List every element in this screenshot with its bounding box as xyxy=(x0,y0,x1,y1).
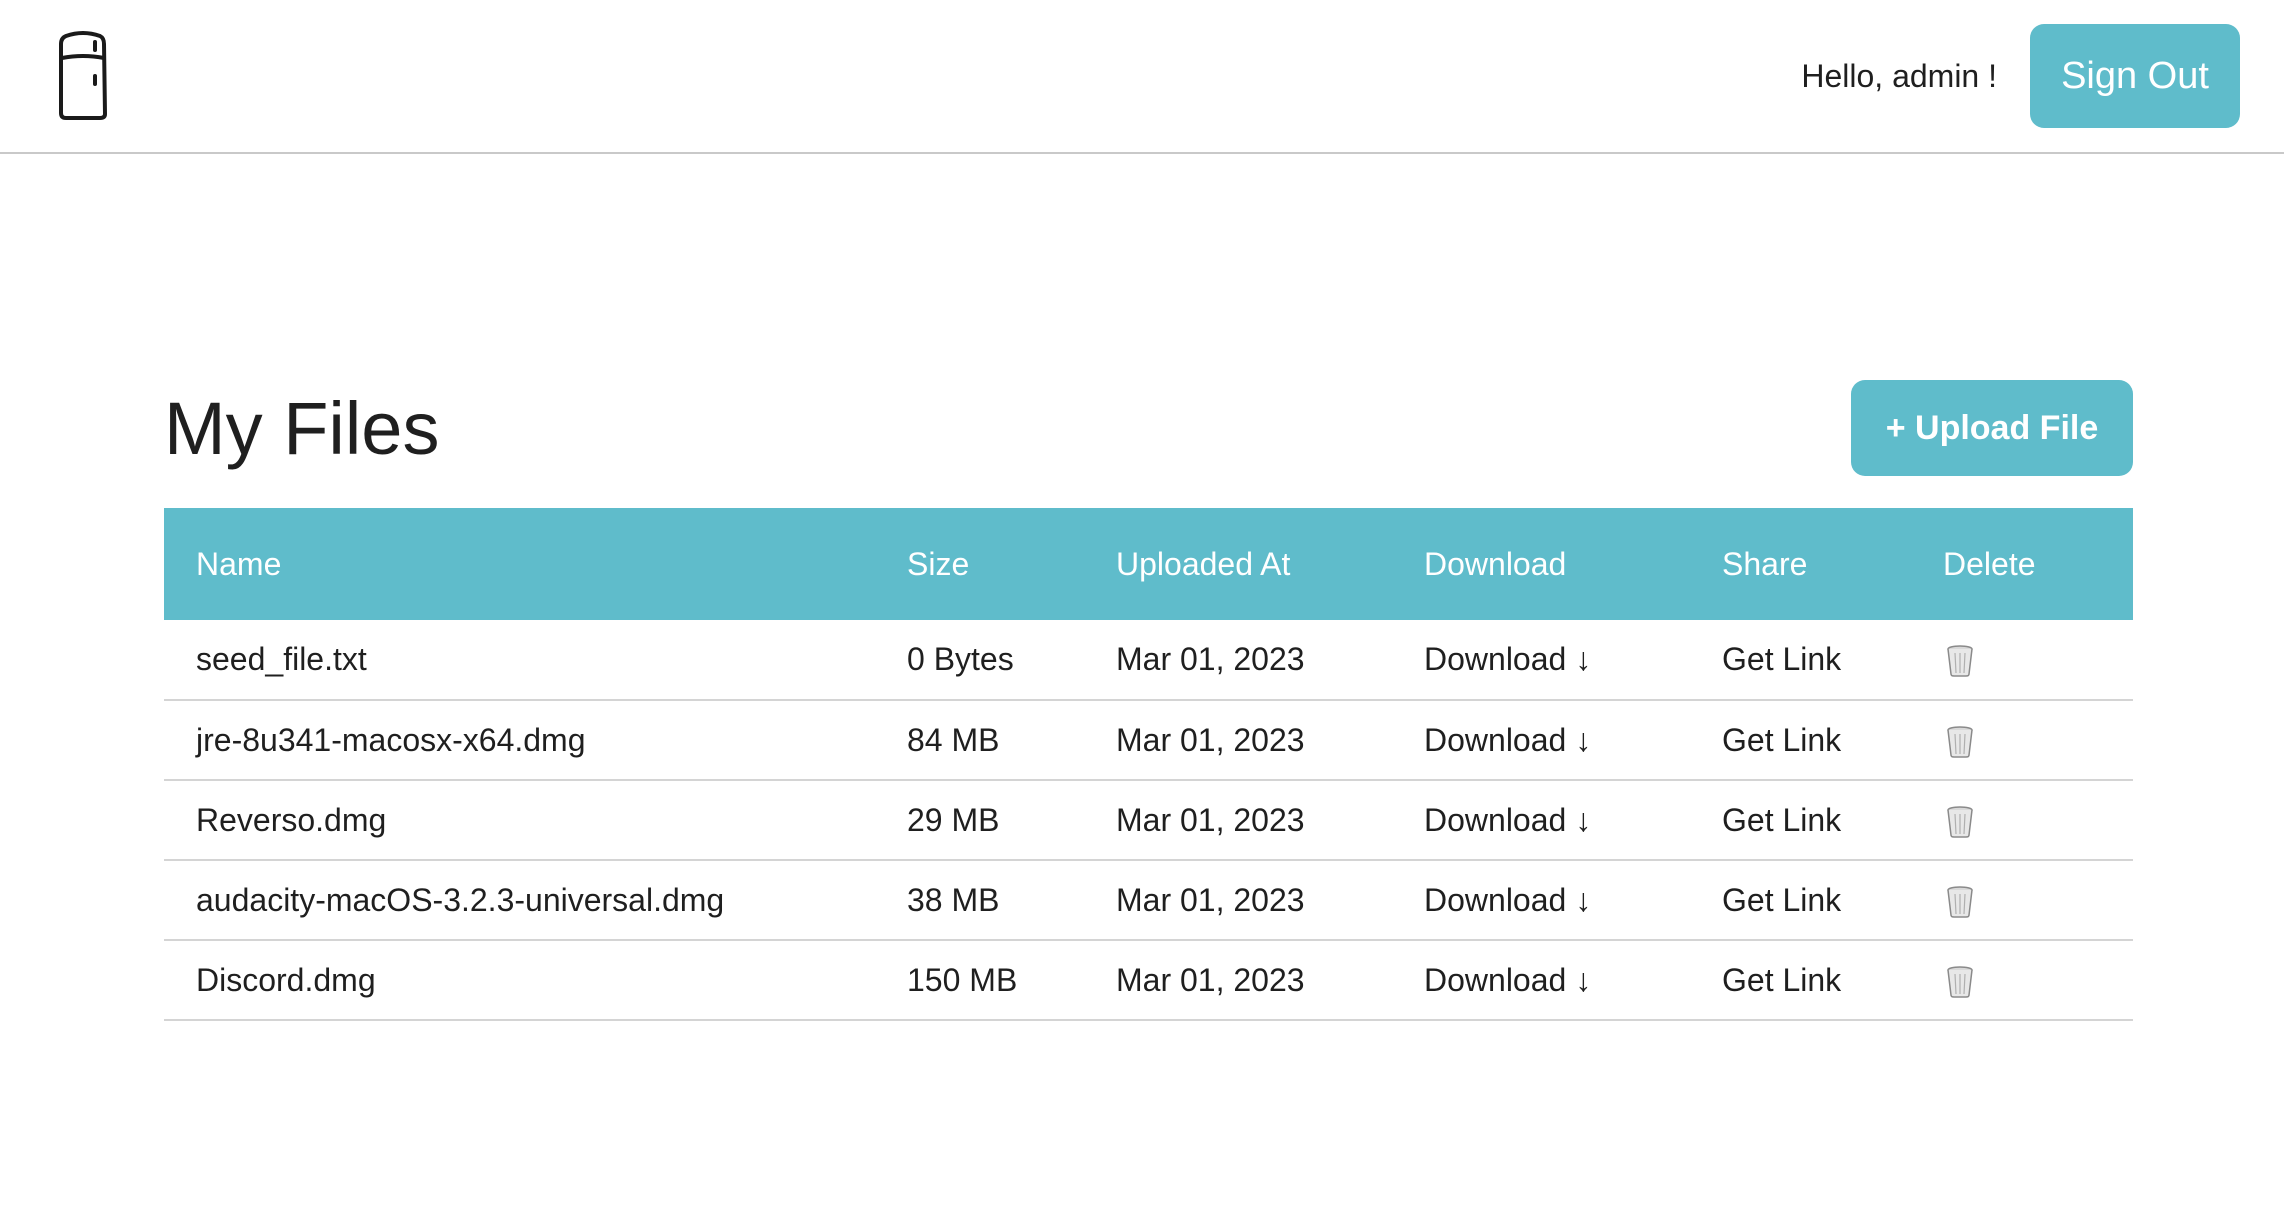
trash-icon[interactable] xyxy=(1945,805,1975,839)
page-title: My Files xyxy=(164,387,440,470)
file-uploaded-at: Mar 01, 2023 xyxy=(1116,721,1305,758)
table-row: audacity-macOS-3.2.3-universal.dmg 38 MB… xyxy=(164,860,2133,940)
column-header-size: Size xyxy=(907,545,970,582)
trash-icon[interactable] xyxy=(1945,725,1975,759)
file-name: jre-8u341-macosx-x64.dmg xyxy=(196,721,586,758)
download-link[interactable]: Download ↓ xyxy=(1424,641,1591,677)
file-size: 84 MB xyxy=(907,721,1000,758)
greeting-text: Hello, admin ! xyxy=(1801,58,1997,94)
column-header-name: Name xyxy=(196,545,282,582)
get-link-link[interactable]: Get Link xyxy=(1722,641,1841,677)
table-header-row: Name Size Uploaded At Download Share Del… xyxy=(164,508,2133,620)
trash-icon[interactable] xyxy=(1945,885,1975,919)
table-row: seed_file.txt 0 Bytes Mar 01, 2023 Downl… xyxy=(164,620,2133,700)
download-link[interactable]: Download ↓ xyxy=(1424,962,1591,998)
download-link[interactable]: Download ↓ xyxy=(1424,722,1591,758)
file-name: Discord.dmg xyxy=(196,961,376,998)
table-row: Reverso.dmg 29 MB Mar 01, 2023 Download … xyxy=(164,780,2133,860)
file-name: seed_file.txt xyxy=(196,641,367,677)
get-link-link[interactable]: Get Link xyxy=(1722,882,1841,918)
sign-out-button[interactable]: Sign Out xyxy=(2030,24,2240,128)
file-size: 38 MB xyxy=(907,881,1000,918)
column-header-share: Share xyxy=(1722,545,1808,582)
download-link[interactable]: Download ↓ xyxy=(1424,802,1591,838)
file-uploaded-at: Mar 01, 2023 xyxy=(1116,961,1305,998)
files-table: Name Size Uploaded At Download Share Del… xyxy=(164,508,2133,1021)
get-link-link[interactable]: Get Link xyxy=(1722,722,1841,758)
get-link-link[interactable]: Get Link xyxy=(1722,802,1841,838)
file-uploaded-at: Mar 01, 2023 xyxy=(1116,801,1305,838)
file-name: audacity-macOS-3.2.3-universal.dmg xyxy=(196,881,725,918)
file-size: 0 Bytes xyxy=(907,641,1014,677)
upload-file-button[interactable]: + Upload File xyxy=(1851,380,2133,476)
table-row: Discord.dmg 150 MB Mar 01, 2023 Download… xyxy=(164,940,2133,1020)
get-link-link[interactable]: Get Link xyxy=(1722,962,1841,998)
column-header-download: Download xyxy=(1424,545,1567,582)
file-size: 29 MB xyxy=(907,801,1000,838)
file-uploaded-at: Mar 01, 2023 xyxy=(1116,641,1305,677)
file-name: Reverso.dmg xyxy=(196,801,387,838)
column-header-uploaded-at: Uploaded At xyxy=(1116,545,1291,582)
column-header-delete: Delete xyxy=(1943,545,2036,582)
file-uploaded-at: Mar 01, 2023 xyxy=(1116,881,1305,918)
download-link[interactable]: Download ↓ xyxy=(1424,882,1591,918)
trash-icon[interactable] xyxy=(1945,965,1975,999)
refrigerator-icon[interactable] xyxy=(56,28,110,122)
top-nav: Hello, admin ! Sign Out xyxy=(0,0,2284,154)
trash-icon[interactable] xyxy=(1945,644,1975,678)
table-row: jre-8u341-macosx-x64.dmg 84 MB Mar 01, 2… xyxy=(164,700,2133,780)
file-size: 150 MB xyxy=(907,961,1018,998)
